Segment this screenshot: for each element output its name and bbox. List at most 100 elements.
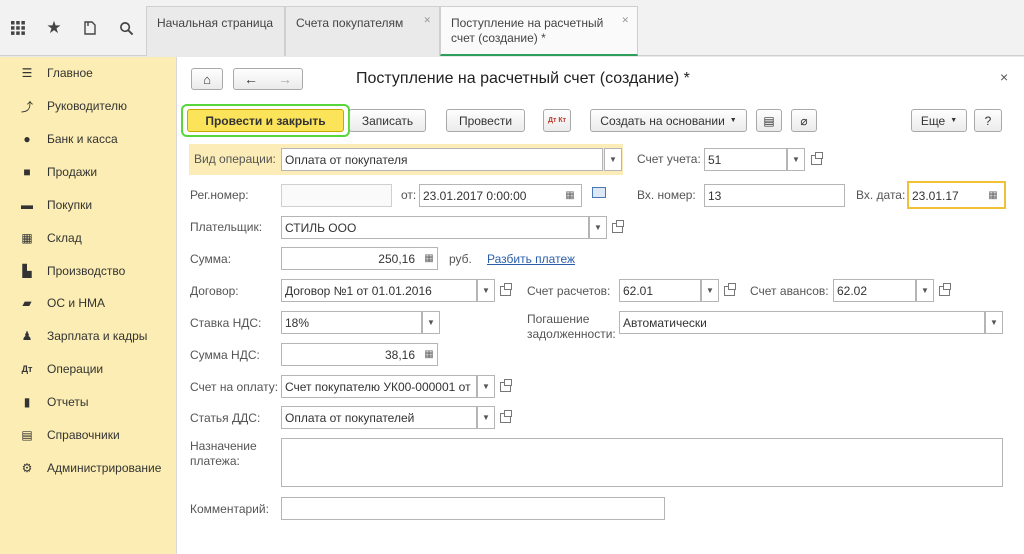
sidebar-item-assets[interactable]: ▰ ОС и НМА (0, 291, 176, 315)
grid-icon[interactable] (0, 0, 36, 56)
sidebar-item-admin[interactable]: ⚙ Администрирование (0, 456, 176, 480)
close-icon[interactable]: ✕ (423, 13, 431, 28)
more-button[interactable]: Еще ▼ (911, 109, 967, 132)
sidebar-item-label: Операции (47, 362, 104, 376)
home-button[interactable]: ⌂ (191, 68, 223, 90)
from-label: от: (401, 188, 417, 202)
chevron-down-icon: ▼ (706, 286, 714, 295)
debt-repay-label-2: задолженности: (527, 327, 616, 341)
sum-field[interactable]: 250,16 (281, 247, 438, 270)
save-button[interactable]: Записать (349, 109, 426, 132)
print-button[interactable]: ▤ (756, 109, 782, 132)
sidebar-item-reports[interactable]: ▮ Отчеты (0, 390, 176, 414)
sidebar-item-production[interactable]: ▙ Производство (0, 259, 176, 283)
settle-account-dropdown[interactable]: ▼ (701, 279, 719, 302)
sidebar-item-sales[interactable]: ■ Продажи (0, 160, 176, 184)
open-icon[interactable] (495, 406, 515, 429)
tab-receipt-label: Поступление на расчетный счет (создание)… (451, 16, 604, 45)
vat-rate-field[interactable]: 18% (281, 311, 422, 334)
open-icon[interactable] (495, 375, 515, 398)
star-icon[interactable]: ★ (36, 0, 72, 56)
vat-sum-label: Сумма НДС: (190, 348, 260, 362)
open-icon[interactable] (806, 148, 826, 171)
op-type-dropdown[interactable]: ▼ (604, 148, 622, 171)
open-icon[interactable] (719, 279, 739, 302)
purpose-label-2: платежа: (190, 454, 240, 468)
sidebar-item-salary[interactable]: ♟ Зарплата и кадры (0, 324, 176, 348)
back-icon[interactable]: ← (244, 71, 258, 87)
settle-account-field[interactable]: 62.01 (619, 279, 701, 302)
comment-field[interactable] (281, 497, 665, 520)
vat-rate-dropdown[interactable]: ▼ (422, 311, 440, 334)
sidebar-item-warehouse[interactable]: ▦ Склад (0, 226, 176, 250)
advance-account-field[interactable]: 62.02 (833, 279, 916, 302)
post-button[interactable]: Провести (446, 109, 525, 132)
sidebar-item-manager[interactable]: ⤴ Руководителю (0, 94, 176, 118)
dds-item-dropdown[interactable]: ▼ (477, 406, 495, 429)
debt-repay-field[interactable]: Автоматически (619, 311, 985, 334)
sidebar-item-label: Банк и касса (47, 132, 118, 146)
calculator-icon[interactable]: ▦ (419, 248, 439, 269)
purpose-textarea[interactable] (281, 438, 1003, 487)
history-icon[interactable] (72, 0, 108, 56)
dt-kt-button[interactable]: Дт Кт (543, 109, 571, 132)
reg-number-label: Рег.номер: (190, 188, 249, 202)
calendar-icon[interactable]: ▦ (560, 185, 580, 206)
sidebar-item-directories[interactable]: ▤ Справочники (0, 423, 176, 447)
ruble-icon: ● (23, 132, 31, 146)
search-icon[interactable] (108, 0, 144, 56)
op-type-field[interactable]: Оплата от покупателя (281, 148, 603, 171)
more-label: Еще (920, 113, 946, 128)
tab-home[interactable]: Начальная страница (146, 6, 285, 56)
contract-field[interactable]: Договор №1 от 01.01.2016 (281, 279, 477, 302)
account-dropdown[interactable]: ▼ (787, 148, 805, 171)
currency-label: руб. (449, 252, 472, 266)
bag-icon: ■ (23, 165, 31, 179)
sidebar-item-label: Производство (47, 264, 126, 278)
dds-item-field[interactable]: Оплата от покупателей (281, 406, 477, 429)
open-icon[interactable] (495, 279, 515, 302)
sidebar-item-label: Продажи (47, 165, 98, 179)
truck-icon: ▰ (22, 296, 32, 310)
close-icon[interactable]: ✕ (621, 13, 629, 28)
advance-account-dropdown[interactable]: ▼ (916, 279, 934, 302)
split-payment-link[interactable]: Разбить платеж (487, 252, 575, 266)
payer-dropdown[interactable]: ▼ (589, 216, 607, 239)
factory-icon: ▙ (22, 264, 32, 278)
account-field[interactable]: 51 (704, 148, 787, 171)
post-and-close-button[interactable]: Провести и закрыть (187, 109, 344, 132)
calculator-icon[interactable]: ▦ (419, 344, 439, 365)
from-date-field[interactable]: 23.01.2017 0:00:00 (419, 184, 582, 207)
calendar-icon[interactable]: ▦ (983, 185, 1003, 206)
tab-invoices[interactable]: Счета покупателям ✕ (285, 6, 440, 56)
forward-icon[interactable]: → (278, 71, 292, 87)
nav-buttons[interactable]: ← → (233, 68, 303, 90)
top-bar: ★ Начальная страница Счета покупателям ✕… (0, 0, 1024, 56)
sidebar-item-main[interactable]: ☰ Главное (0, 61, 176, 85)
open-icon[interactable] (607, 216, 627, 239)
invoice-dropdown[interactable]: ▼ (477, 375, 495, 398)
sidebar-item-label: Отчеты (47, 395, 89, 409)
invoice-field[interactable]: Счет покупателю УК00-000001 от (281, 375, 477, 398)
chevron-down-icon: ▼ (792, 155, 800, 164)
dt-kt-icon: Дт Кт (547, 117, 567, 124)
close-icon[interactable]: × (1000, 69, 1008, 85)
clock-icon[interactable] (592, 187, 606, 198)
create-based-on-button[interactable]: Создать на основании ▼ (590, 109, 747, 132)
sidebar-item-bank[interactable]: ● Банк и касса (0, 127, 176, 151)
debt-repay-dropdown[interactable]: ▼ (985, 311, 1003, 334)
help-button[interactable]: ? (974, 109, 1002, 132)
payer-field[interactable]: СТИЛЬ ООО (281, 216, 589, 239)
in-number-field[interactable]: 13 (704, 184, 845, 207)
open-icon[interactable] (934, 279, 954, 302)
vat-sum-field[interactable]: 38,16 (281, 343, 438, 366)
sidebar-item-purchases[interactable]: ▬ Покупки (0, 193, 176, 217)
sidebar-item-operations[interactable]: Дт Операции (0, 357, 176, 381)
chevron-down-icon: ▼ (990, 318, 998, 327)
gear-icon: ⚙ (21, 461, 33, 475)
attach-button[interactable]: ⌀ (791, 109, 817, 132)
contract-dropdown[interactable]: ▼ (477, 279, 495, 302)
sidebar-item-label: Руководителю (47, 99, 128, 113)
reg-number-field[interactable] (281, 184, 392, 207)
tab-receipt[interactable]: Поступление на расчетный счет (создание)… (440, 6, 638, 56)
